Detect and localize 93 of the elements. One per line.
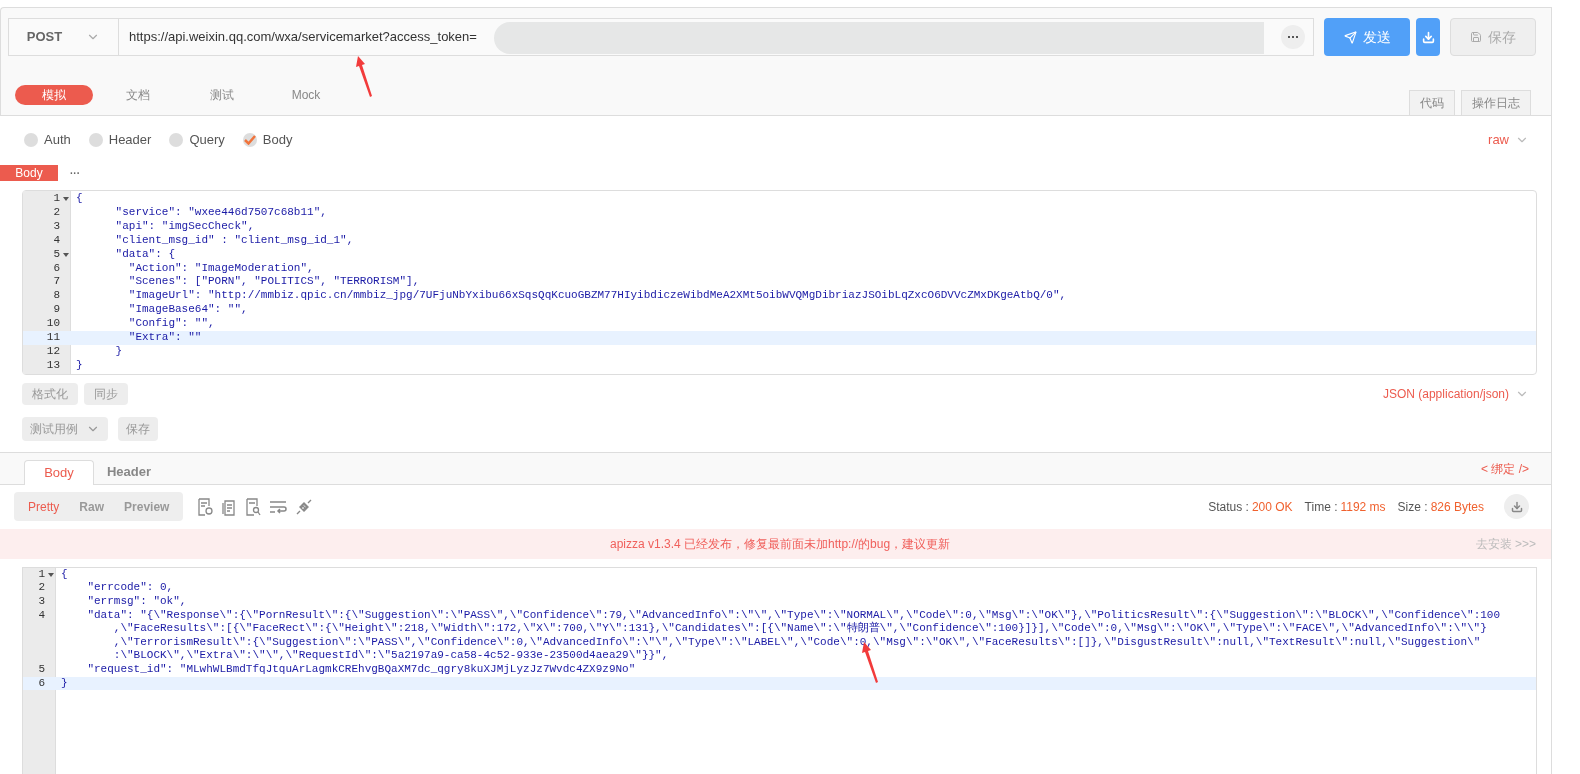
line-number: 4 <box>38 608 45 623</box>
format-dropdown[interactable]: raw <box>1488 130 1529 150</box>
search-document-icon[interactable] <box>245 497 262 516</box>
line-number: 10 <box>46 317 60 332</box>
save-icon <box>1470 31 1482 43</box>
code-line: "ImageBase64": "", <box>127 303 248 318</box>
size-label: Size : <box>1397 498 1428 516</box>
fold-caret-icon[interactable] <box>62 252 69 257</box>
fold-caret-icon[interactable] <box>47 572 54 577</box>
editor-button[interactable]: 格式化 <box>22 382 78 405</box>
line-number: 2 <box>38 581 45 595</box>
document-refresh-icon[interactable] <box>197 497 214 516</box>
code-line: } <box>75 358 83 373</box>
param-radio[interactable]: Body <box>242 130 293 150</box>
send-icon <box>1343 30 1357 44</box>
line-number: 2 <box>53 205 60 220</box>
editor-button[interactable]: 同步 <box>84 382 128 405</box>
test-case-dropdown[interactable]: 测试用例 <box>22 416 108 441</box>
line-number: 5 <box>53 247 60 262</box>
line-number: 5 <box>38 662 45 677</box>
bind-link[interactable]: < 绑定 /> <box>1480 459 1529 478</box>
body-tab[interactable]: Body <box>0 165 58 181</box>
response-tab[interactable]: Header <box>94 458 164 484</box>
code-line: "api": "imgSecCheck", <box>114 219 255 234</box>
method-select[interactable]: POST <box>9 19 119 55</box>
time-label: Time : <box>1304 498 1338 516</box>
save-case-button[interactable]: 保存 <box>118 416 158 441</box>
line-number: 13 <box>46 358 60 373</box>
download-button[interactable] <box>1416 18 1440 56</box>
code-line: } <box>114 344 123 359</box>
line-number: 1 <box>53 192 60 206</box>
side-tab[interactable]: 操作日志 <box>1461 90 1531 115</box>
code-line: "ImageUrl": "http://mmbiz.qpic.cn/mmbiz_jpg/7UFjuNbYxibu66xSqsQqKcuoGBZM77HIyibdiczeWibdMeA2XMt5oibWVQMgDibriazJSOibLqZxcO6DVVcZMxDKgeAtbQ/0", <box>127 289 1067 304</box>
wrap-lines-icon[interactable] <box>269 498 288 515</box>
mode-tab[interactable]: 模拟 <box>15 85 93 105</box>
mode-tab[interactable]: 文档 <box>99 85 177 105</box>
time-value: 1192 ms <box>1340 498 1386 516</box>
notice-text: apizza v1.3.4 已经发布，修复最前面未加http://的bug，建议更新 <box>610 535 951 553</box>
param-radio[interactable]: Query <box>169 130 225 150</box>
code-line: "errcode": 0, <box>86 581 174 595</box>
more-button[interactable]: ··· <box>70 165 80 181</box>
line-number: 11 <box>46 331 60 345</box>
code-line: ,\"FaceResults\":[{\"FaceRect\":{\"Height\":218,\"Width\":172,\"X\":700,\"Y\":131},\"Candidates\":[{\"Name\":\"特朗普\",\"Confidence\":100}]}],\"Code\":0,\"Msg\":\"OK\",\"Type\":\"FACE\",\"AdvancedInfo\":\"\"} <box>112 622 1488 636</box>
line-number: 8 <box>53 289 60 304</box>
code-line: "service": "wxee446d7507c68b11", <box>114 205 327 220</box>
param-radio[interactable]: Auth <box>24 130 71 150</box>
line-number: 7 <box>53 275 60 290</box>
download-icon <box>1421 30 1435 44</box>
code-line: "Config": "", <box>127 317 215 332</box>
side-tab[interactable]: 代码 <box>1409 90 1455 115</box>
download-button[interactable] <box>1504 494 1529 520</box>
mode-tab[interactable]: Mock <box>267 85 345 105</box>
annotation-arrow <box>356 56 374 98</box>
size-value: 826 Bytes <box>1430 498 1484 516</box>
code-line: ,\"TerrorismResult\":{\"Suggestion\":\"PASS\",\"Confidence\":0,\"AdvancedInfo\":\"\",\"Type\":\"LABEL\",\"Code\":0,\"Msg\":\"OK\",\"FaceResults\":[]},\"DisgustResult\":null,\"TextResult\":null,\"Suggestion\" <box>112 635 1482 650</box>
line-number: 1 <box>38 567 45 582</box>
view-tab[interactable]: Preview <box>114 497 180 516</box>
status-value: 200 OK <box>1251 498 1293 516</box>
code-line: { <box>61 567 68 582</box>
code-line: :\"BLOCK\",\"Extra\":\"\",\"RequestId\":\"5a2197a9-ca58-4c52-933e-23500d4aea29\"}}", <box>112 649 670 663</box>
mode-tab[interactable]: 测试 <box>183 85 261 105</box>
url-field[interactable]: https://api.weixin.qq.com/wxa/servicemarket?access_token= <box>119 27 494 47</box>
line-number: 3 <box>38 594 45 609</box>
fold-caret-icon[interactable] <box>62 196 69 201</box>
download-icon <box>1510 500 1523 513</box>
line-number: 12 <box>46 344 60 359</box>
plug-icon[interactable] <box>295 497 314 516</box>
code-line: "errmsg": "ok", <box>86 594 187 609</box>
save-button[interactable]: 保存 <box>1450 18 1536 56</box>
view-tab[interactable]: Pretty <box>18 497 70 516</box>
line-number: 4 <box>53 233 60 248</box>
code-line: "data": "{\"Response\":{\"PornResult\":{\"Suggestion\":\"PASS\",\"Confidence\":79,\"AdvancedInfo\":\"\",\"Type\":\"NORMAL\",\"Code\":0,\"Msg\":\"OK\"},\"PoliticsResult\":{\"Suggestion\":\"BLOCK\",\"Confidence\":100 <box>86 608 1501 621</box>
line-number: 6 <box>38 676 45 691</box>
line-number: 9 <box>53 303 60 318</box>
code-line: } <box>61 676 68 691</box>
content-type-dropdown[interactable]: JSON (application/json) <box>1382 384 1529 403</box>
send-button[interactable]: 发送 <box>1324 18 1410 56</box>
code-line: "Scenes": ["PORN", "POLITICS", "TERRORISM"], <box>127 275 420 290</box>
more-icon[interactable] <box>1281 25 1305 49</box>
install-link[interactable]: 去安装 >>> <box>1475 534 1536 553</box>
param-radio[interactable]: Header <box>88 130 152 150</box>
copy-icon[interactable] <box>221 497 238 516</box>
view-tab[interactable]: Raw <box>69 497 115 516</box>
line-number: 6 <box>53 261 60 276</box>
code-line: "client_msg_id" : "client_msg_id_1", <box>114 233 354 248</box>
response-tab[interactable]: Body <box>24 459 94 485</box>
code-line: "Action": "ImageModeration", <box>127 261 314 276</box>
code-line: "data": { <box>114 247 176 262</box>
code-line: "request_id": "MLwhWLBmdTfqJtquArLagmkCREhvgBQaXM7dc_qgry8kuXJMjLyzJz7Wvdc4ZX9z9No" <box>86 662 636 677</box>
status-label: Status : <box>1208 498 1249 516</box>
code-line: { <box>75 192 83 206</box>
code-line: "Extra": "" <box>127 331 202 345</box>
line-number: 3 <box>53 219 60 234</box>
